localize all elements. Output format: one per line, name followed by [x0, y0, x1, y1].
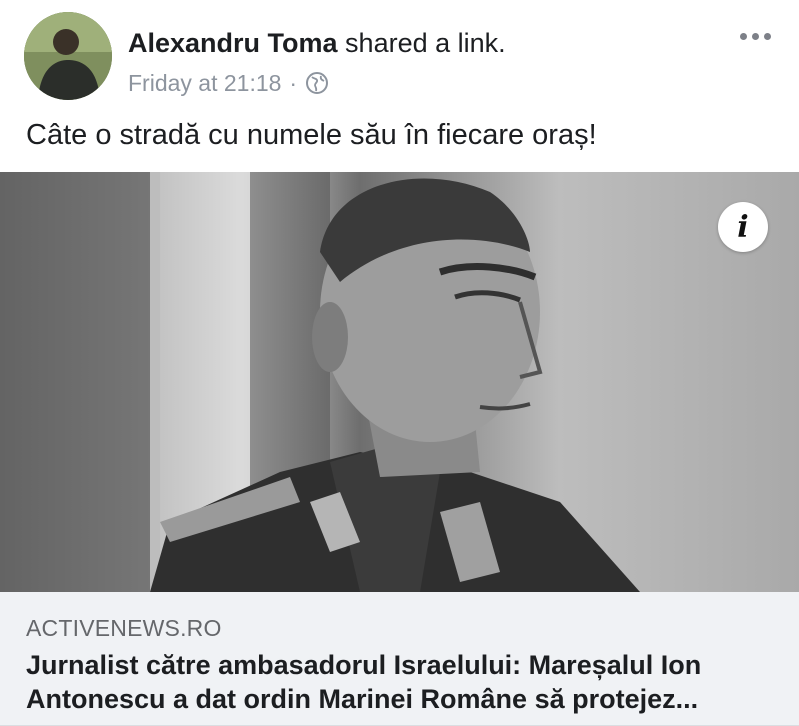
post-timestamp[interactable]: Friday at 21:18 — [128, 68, 281, 98]
more-dot — [751, 32, 759, 40]
author-name-link[interactable]: Alexandru Toma — [128, 28, 338, 58]
link-preview-image[interactable]: i — [0, 172, 799, 592]
more-dot — [739, 32, 747, 40]
globe-icon[interactable] — [305, 71, 329, 95]
link-preview-footer[interactable]: ACTIVENEWS.RO Jurnalist către ambasadoru… — [0, 592, 799, 726]
info-icon[interactable]: i — [718, 202, 768, 252]
link-title[interactable]: Jurnalist către ambasadorul Israelului: … — [26, 648, 786, 716]
post-header: Alexandru Toma shared a link. — [128, 26, 506, 60]
post-meta: Friday at 21:18 · — [128, 68, 329, 98]
link-domain: ACTIVENEWS.RO — [26, 615, 222, 641]
meta-separator: · — [289, 70, 298, 96]
more-options-icon[interactable] — [737, 26, 773, 46]
more-dot — [763, 32, 771, 40]
facebook-post: Alexandru Toma shared a link. Friday at … — [0, 0, 799, 726]
author-avatar[interactable] — [24, 12, 112, 100]
author-action-text: shared a link. — [337, 28, 506, 58]
post-message: Câte o stradă cu numele său în fiecare o… — [26, 119, 597, 151]
link-preview-card[interactable]: i ACTIVENEWS.RO Jurnalist către ambasado… — [0, 172, 799, 726]
